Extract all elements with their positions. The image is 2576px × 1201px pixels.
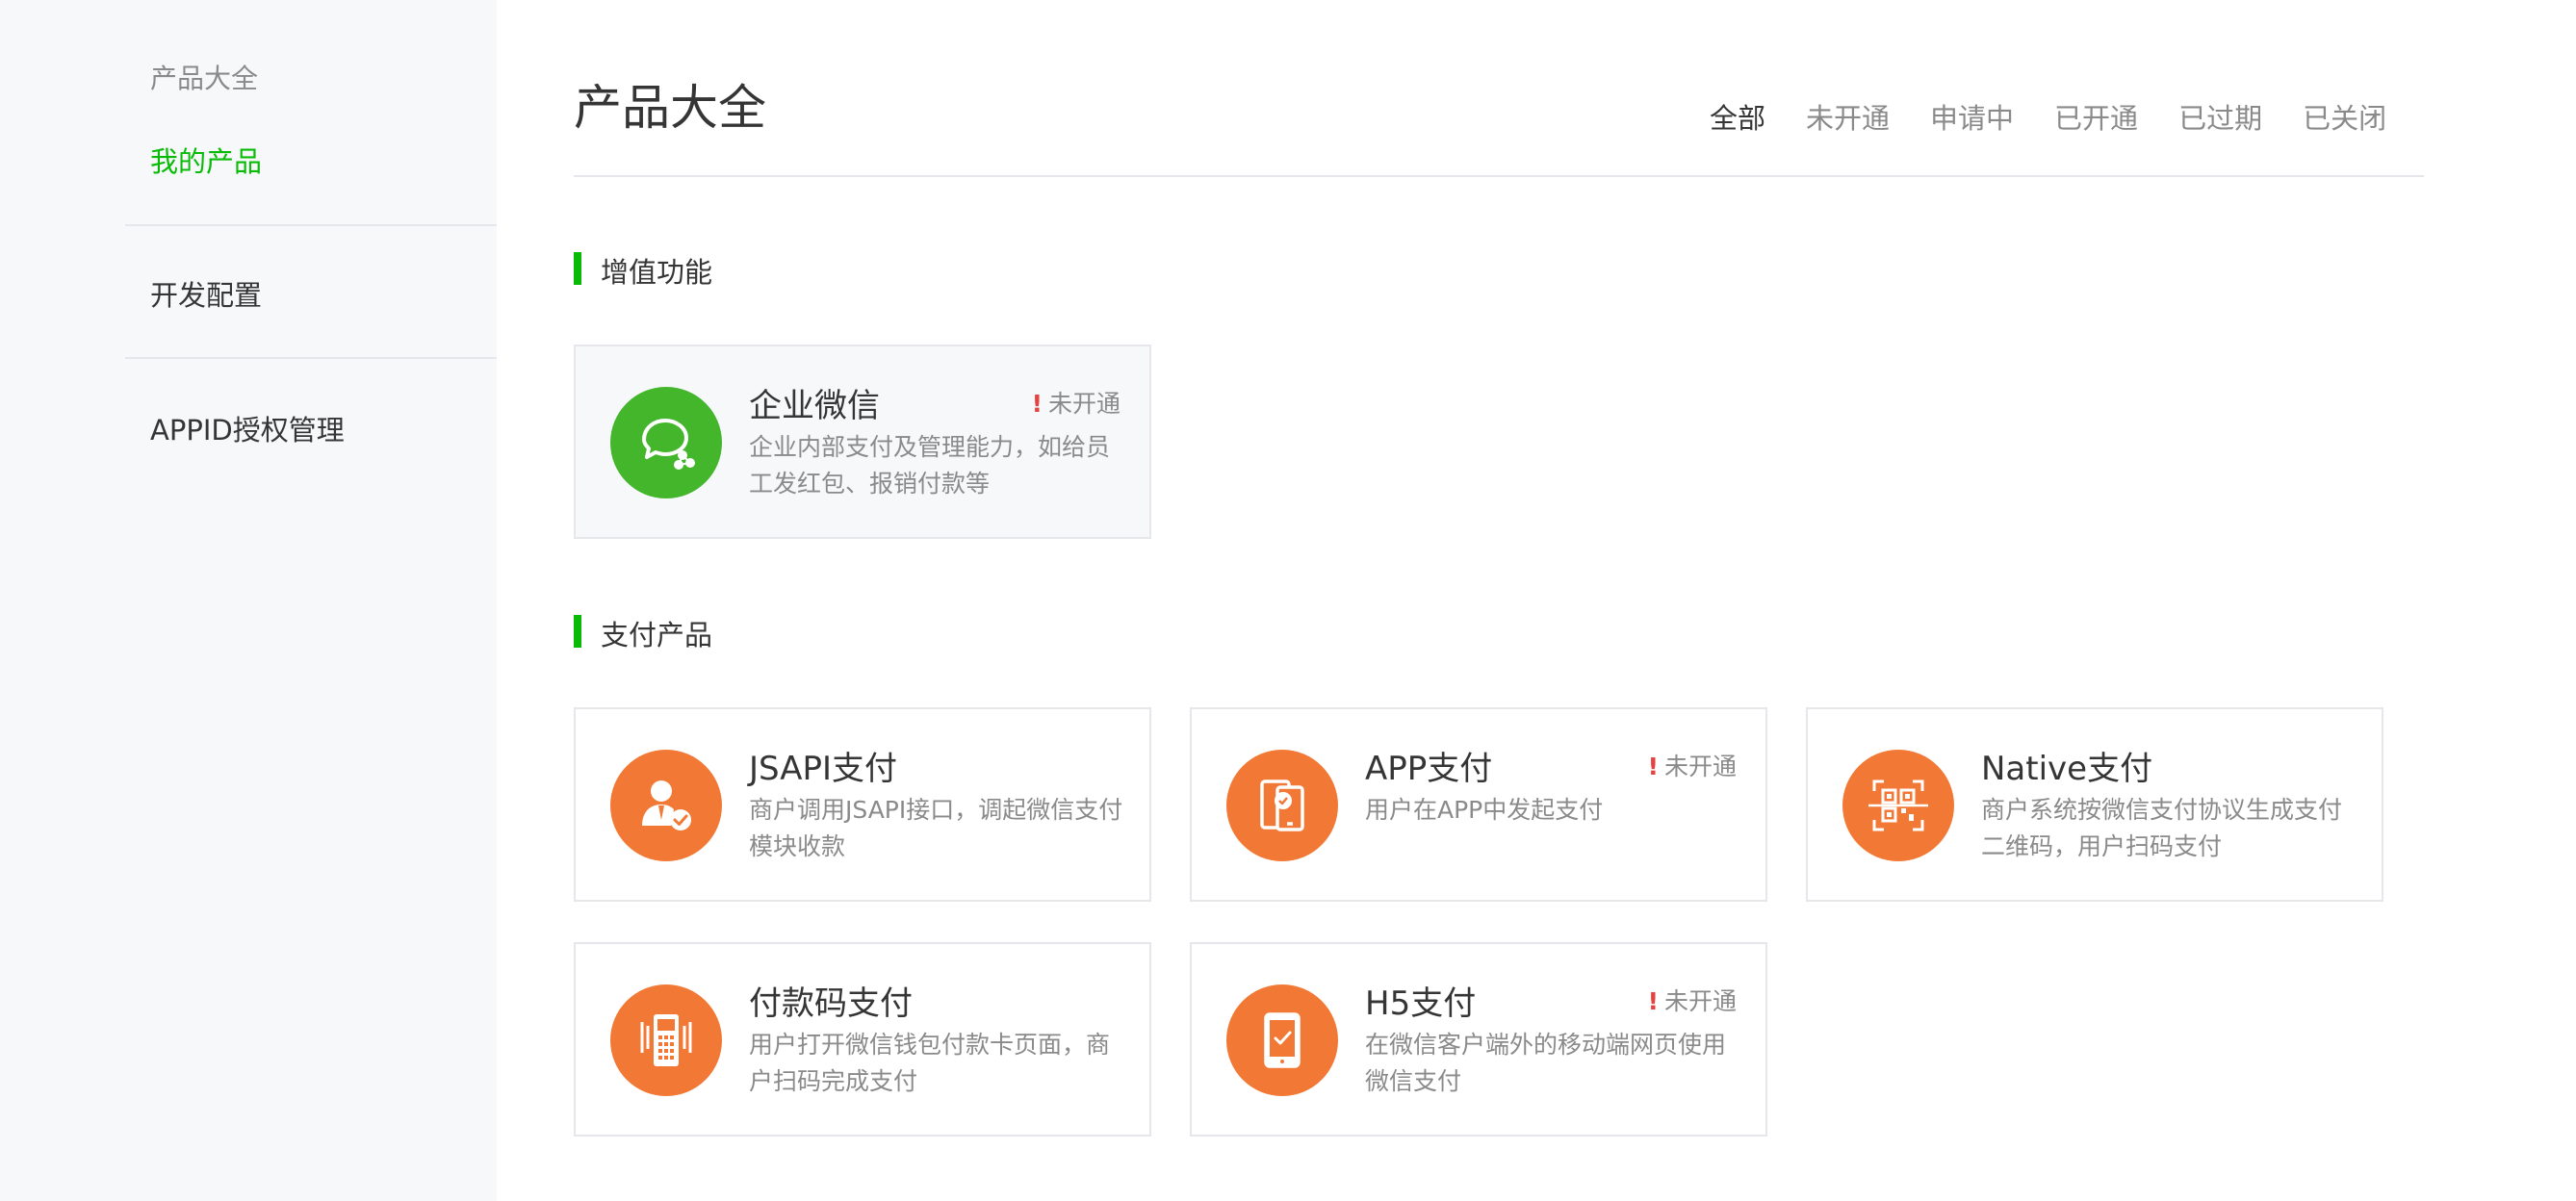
product-card-app[interactable]: APP支付 ! 未开通 用户在APP中发起支付 (1190, 707, 1767, 902)
qrcode-icon (1842, 750, 1954, 861)
page-title: 产品大全 (574, 80, 766, 136)
tab-all[interactable]: 全部 (1710, 96, 1765, 137)
sidebar-divider (125, 224, 497, 226)
section-title-payment-products: 支付产品 (574, 613, 712, 653)
tab-expired[interactable]: 已过期 (2178, 96, 2262, 137)
header-divider (574, 175, 2424, 177)
sidebar-item-dev-config[interactable]: 开发配置 (150, 273, 262, 314)
card-description: 用户打开微信钱包付款卡页面，商户扫码完成支付 (749, 1031, 1111, 1095)
card-description: 商户调用JSAPI接口，调起微信支付模块收款 (749, 796, 1123, 860)
product-card-native[interactable]: Native支付 商户系统按微信支付协议生成支付二维码，用户扫码支付 (1806, 707, 2383, 902)
tab-closed[interactable]: 已关闭 (2303, 96, 2386, 137)
card-name: APP支付 (1365, 750, 1493, 788)
tab-not-opened[interactable]: 未开通 (1806, 96, 1890, 137)
card-name: H5支付 (1365, 984, 1477, 1023)
warning-icon: ! (1647, 987, 1659, 1015)
product-card-h5[interactable]: H5支付 ! 未开通 在微信客户端外的移动端网页使用微信支付 (1190, 942, 1767, 1137)
wework-chat-icon (610, 387, 722, 498)
product-card-wework[interactable]: 企业微信 ! 未开通 企业内部支付及管理能力，如给员工发红包、报销付款等 (574, 345, 1151, 539)
status-badge: ! 未开通 (1031, 390, 1121, 418)
tab-opened[interactable]: 已开通 (2054, 96, 2138, 137)
warning-icon: ! (1031, 390, 1043, 418)
card-description: 企业内部支付及管理能力，如给员工发红包、报销付款等 (749, 433, 1111, 498)
card-name: 企业微信 (749, 387, 880, 425)
card-description: 在微信客户端外的移动端网页使用微信支付 (1365, 1031, 1727, 1095)
section-title-value-added: 增值功能 (574, 250, 712, 291)
tab-applying[interactable]: 申请中 (1930, 96, 2014, 137)
card-description: 用户在APP中发起支付 (1365, 796, 1604, 824)
person-check-icon (610, 750, 722, 861)
sidebar-item-my-products[interactable]: 我的产品 (150, 140, 262, 180)
sidebar-item-appid-auth[interactable]: APPID授权管理 (150, 408, 345, 448)
phone-pay-icon (1226, 750, 1338, 861)
status-badge: ! 未开通 (1647, 753, 1737, 780)
product-card-payment-code[interactable]: 付款码支付 用户打开微信钱包付款卡页面，商户扫码完成支付 (574, 942, 1151, 1137)
product-card-jsapi[interactable]: JSAPI支付 商户调用JSAPI接口，调起微信支付模块收款 (574, 707, 1151, 902)
pos-terminal-icon (610, 984, 722, 1096)
status-badge: ! 未开通 (1647, 987, 1737, 1015)
status-tabs: 全部 未开通 申请中 已开通 已过期 已关闭 (1710, 96, 2427, 137)
card-description: 商户系统按微信支付协议生成支付二维码，用户扫码支付 (1981, 796, 2343, 860)
card-name: 付款码支付 (749, 984, 913, 1023)
sidebar: 产品大全 我的产品 开发配置 APPID授权管理 (0, 0, 497, 1201)
mobile-check-icon (1226, 984, 1338, 1096)
card-name: Native支付 (1981, 750, 2153, 788)
warning-icon: ! (1647, 753, 1659, 780)
card-name: JSAPI支付 (749, 750, 898, 788)
sidebar-heading: 产品大全 (150, 63, 259, 94)
sidebar-divider (125, 357, 497, 359)
